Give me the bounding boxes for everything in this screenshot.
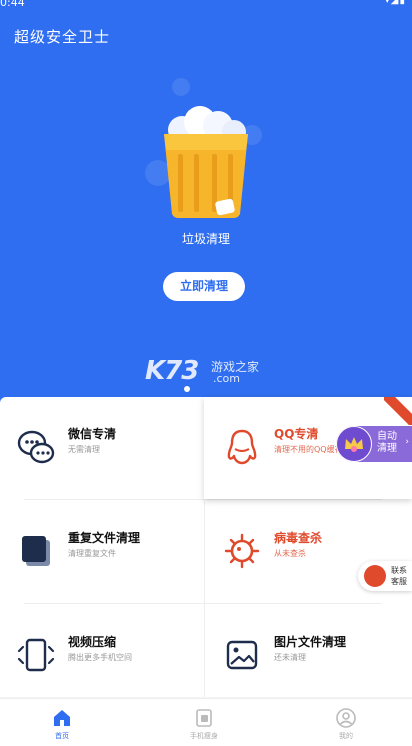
bottom-tab-bar: 首页 手机瘦身 我的	[0, 698, 412, 746]
feature-subtitle: 清理重复文件	[68, 549, 116, 558]
feature-title: QQ专清	[274, 427, 319, 441]
feature-title: 微信专清	[68, 427, 117, 441]
carousel-dots	[184, 377, 194, 396]
divider	[204, 499, 205, 697]
trash-clean-label: 垃圾清理	[181, 232, 230, 246]
feature-subtitle: 从未查杀	[274, 549, 306, 558]
duplicate-files-icon	[22, 536, 50, 566]
feature-subtitle: 清理不用的QQ缓存	[274, 445, 343, 454]
carousel-dot-active	[184, 386, 190, 392]
support-avatar-icon	[364, 565, 386, 587]
auto-clean-label: 自动清理	[377, 431, 397, 454]
signal-battery-icon: ▾◢▮	[384, 0, 406, 6]
contact-support-button[interactable]: 联系客服	[358, 561, 412, 591]
home-icon	[54, 710, 70, 726]
hero-panel: 0:44 ▾◢▮ 超级安全卫士 垃圾清理 立即清理 K73 游戏之家 .com	[0, 0, 412, 412]
feature-image-clean[interactable]: 图片文件清理 还未清理	[206, 605, 410, 707]
virus-icon	[224, 533, 260, 569]
feature-title: 图片文件清理	[274, 635, 347, 649]
feature-title: 重复文件清理	[68, 531, 141, 545]
tab-profile[interactable]: 我的	[316, 707, 376, 741]
tab-label: 我的	[339, 732, 353, 740]
video-compress-icon	[17, 638, 55, 672]
phone-slim-icon	[196, 709, 212, 727]
feature-title: 病毒查杀	[274, 531, 323, 545]
bubble-decoration	[172, 78, 190, 96]
tab-home[interactable]: 首页	[32, 707, 92, 741]
divider	[24, 603, 382, 604]
watermark-domain: .com	[213, 372, 240, 385]
trash-bin-icon[interactable]	[160, 104, 252, 220]
image-file-icon	[226, 640, 258, 670]
status-time: 0:44	[0, 0, 25, 9]
auto-clean-button[interactable]: 自动清理 ›	[336, 426, 412, 462]
status-bar: 0:44 ▾◢▮	[0, 0, 412, 14]
divider	[24, 499, 382, 500]
feature-subtitle: 腾出更多手机空间	[68, 653, 132, 662]
feature-subtitle: 无需清理	[68, 445, 100, 454]
wechat-icon	[17, 430, 55, 464]
feature-wechat[interactable]: 微信专清 无需清理	[0, 397, 204, 499]
feature-subtitle: 还未清理	[274, 653, 306, 662]
tab-label: 手机瘦身	[190, 732, 218, 740]
crown-icon	[336, 426, 372, 462]
clean-now-button[interactable]: 立即清理	[163, 272, 245, 301]
feature-video-compress[interactable]: 视频压缩 腾出更多手机空间	[0, 605, 204, 707]
profile-icon	[336, 708, 356, 728]
tab-label: 首页	[55, 732, 69, 740]
chevron-right-icon: ›	[405, 437, 409, 447]
tab-phone-slim[interactable]: 手机瘦身	[174, 707, 234, 741]
qq-penguin-icon	[227, 429, 257, 465]
feature-title: 视频压缩	[68, 635, 117, 649]
app-title: 超级安全卫士	[14, 28, 111, 46]
contact-label: 联系客服	[391, 566, 407, 586]
feature-duplicate-files[interactable]: 重复文件清理 清理重复文件	[0, 501, 204, 603]
